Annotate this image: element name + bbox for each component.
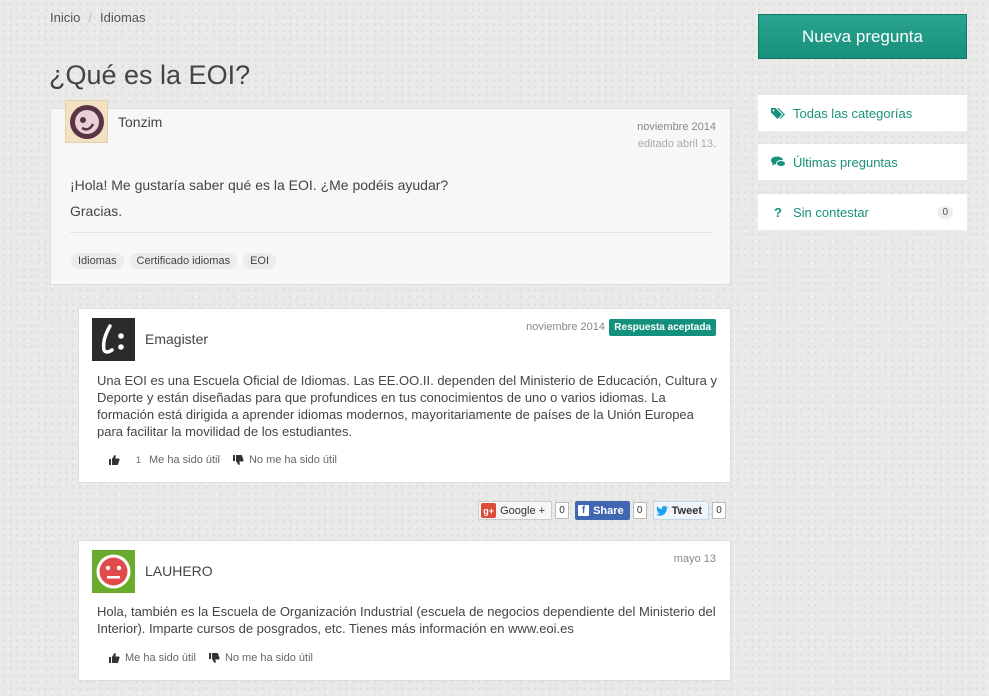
comments-icon [770,156,786,168]
thumbs-up-icon [109,455,120,465]
useful-thumb-button[interactable] [108,454,120,466]
not-useful-button[interactable]: No me ha sido útil [208,652,313,664]
facebook-share-group: f Share 0 [575,501,647,520]
thumbs-down-icon [208,653,220,663]
tag-certificado-idiomas[interactable]: Certificado idiomas [129,253,238,269]
breadcrumb-home-link[interactable]: Inicio [50,10,80,25]
new-question-button[interactable]: Nueva pregunta [758,14,967,59]
twitter-share-group: Tweet 0 [652,501,726,520]
question-body: ¡Hola! Me gustaría saber qué es la EOI. … [70,172,448,224]
useful-label: Me ha sido útil [125,652,196,664]
google-plus-button[interactable]: g+ Google + [478,501,553,520]
breadcrumb: Inicio / Idiomas [50,10,146,25]
page-title: ¿Qué es la EOI? [49,60,251,90]
accepted-answer-badge: Respuesta aceptada [609,319,716,336]
emagister-logo-icon [92,318,135,361]
not-useful-label: No me ha sido útil [224,652,313,664]
question-icon: ? [774,204,782,220]
unanswered-count-badge: 0 [937,205,953,219]
facebook-share-label: Share [593,504,624,517]
tweet-label: Tweet [671,504,702,517]
answer-card: Emagister noviembre 2014 Respuesta acept… [78,308,731,483]
avatar[interactable] [92,550,135,593]
sidebar-item-all-categories[interactable]: Todas las categorías [758,95,967,131]
google-plus-label: Google + [500,504,546,517]
answer-date: mayo 13 [673,553,716,565]
avatar[interactable] [65,100,108,143]
divider [70,232,712,233]
user-avatar-icon [69,104,104,139]
tweet-button[interactable]: Tweet [652,501,709,520]
question-body-line: Gracias. [70,203,123,219]
tag-idiomas[interactable]: Idiomas [71,253,124,269]
not-useful-label: No me ha sido útil [248,454,337,466]
answer-author[interactable]: LAUHERO [145,563,213,579]
useful-count: 1 [136,455,142,465]
answer-card: LAUHERO mayo 13 Hola, también es la Escu… [78,540,731,681]
answer-author[interactable]: Emagister [145,331,208,347]
avatar[interactable] [92,318,135,361]
google-share-group: g+ Google + 0 [478,501,570,520]
question-edited: editado abril 13. [637,138,716,150]
user-avatar-icon [92,550,135,593]
google-plus-icon: g+ [481,503,497,518]
question-card: Tonzim noviembre 2014 editado abril 13. … [50,100,731,285]
sidebar-item-label: Sin contestar [793,204,869,220]
answer-date: noviembre 2014 [526,321,605,333]
vote-bar: 1 Me ha sido útil No me ha sido útil [108,454,349,466]
google-plus-count: 0 [555,502,570,519]
breadcrumb-current-link[interactable]: Idiomas [100,10,146,25]
answer-body: Una EOI es una Escuela Oficial de Idioma… [97,373,717,439]
tag-eoi[interactable]: EOI [243,253,277,269]
thumbs-up-icon [109,653,120,663]
useful-button[interactable]: Me ha sido útil [149,454,220,466]
question-date: noviembre 2014 [637,121,716,133]
sidebar-item-label: Últimas preguntas [793,154,898,170]
sidebar-item-label: Todas las categorías [793,105,913,121]
answer-body: Hola, también es la Escuela de Organizac… [97,604,716,636]
tags-icon [770,107,786,120]
not-useful-button[interactable]: No me ha sido útil [232,454,337,466]
tweet-count: 0 [712,502,726,519]
share-bar: g+ Google + 0 f Share 0 Tweet 0 [478,501,726,520]
vote-bar: Me ha sido útil No me ha sido útil [108,652,325,664]
facebook-share-count: 0 [632,502,647,519]
useful-button[interactable]: Me ha sido útil [108,652,196,664]
sidebar-item-latest-questions[interactable]: Últimas preguntas [758,144,967,180]
question-body-line: ¡Hola! Me gustaría saber qué es la EOI. … [70,177,449,193]
thumbs-down-icon [232,455,244,465]
sidebar-item-unanswered[interactable]: ? Sin contestar 0 [758,194,967,230]
breadcrumb-separator: / [88,10,92,25]
question-author[interactable]: Tonzim [118,114,162,130]
tag-list: Idiomas Certificado idiomas EOI [71,253,277,269]
facebook-icon: f [578,505,590,516]
facebook-share-button[interactable]: f Share [575,501,630,520]
twitter-bird-icon [655,505,668,516]
